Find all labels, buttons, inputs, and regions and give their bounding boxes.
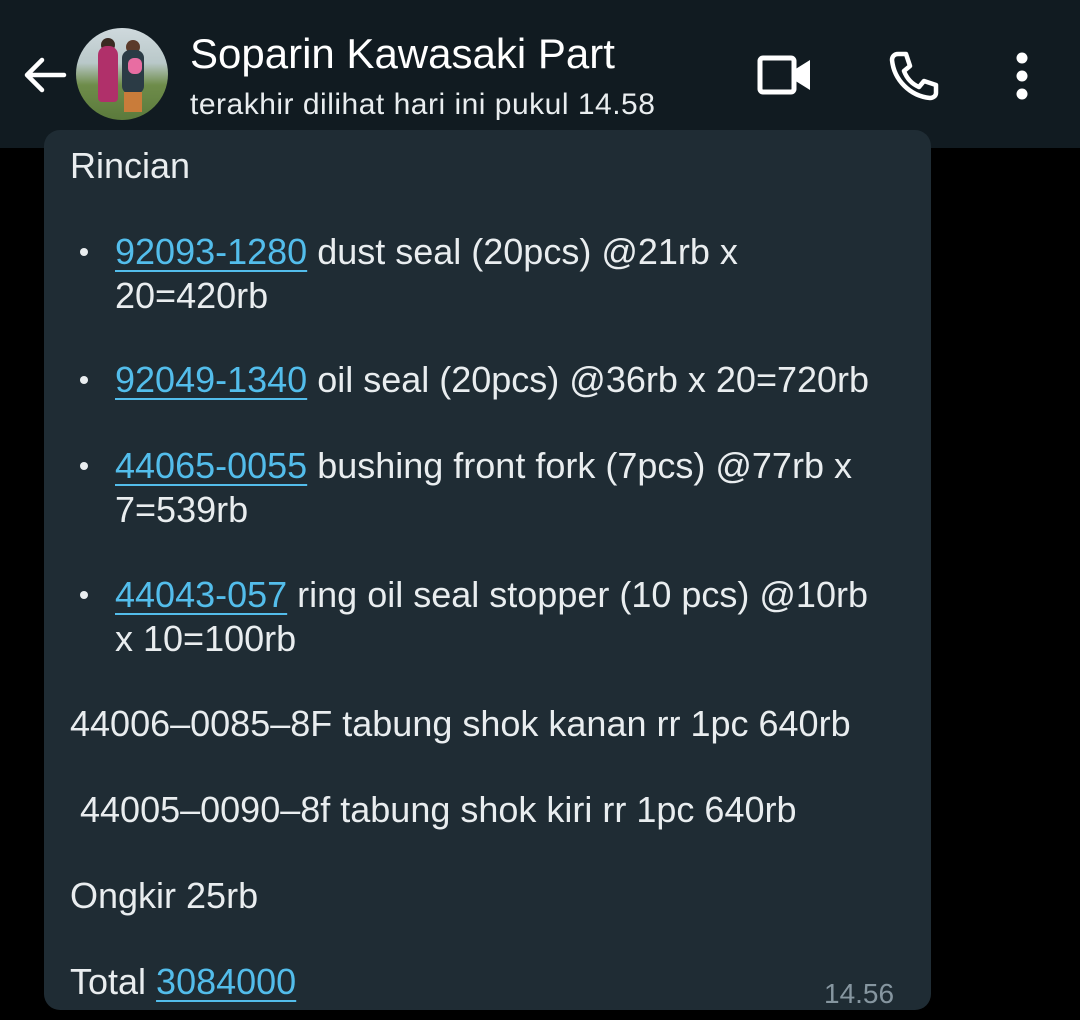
item-description: ring oil seal stopper (10 pcs) @10rb	[287, 574, 868, 615]
total-line: Total 3084000	[70, 960, 296, 1004]
part-number-link[interactable]: 92093-1280	[115, 231, 307, 272]
list-item: 44065-0055 bushing front fork (7pcs) @77…	[115, 444, 852, 488]
item-description: bushing front fork (7pcs) @77rb x	[307, 445, 852, 486]
total-label: Total	[70, 961, 157, 1002]
phone-icon[interactable]	[884, 46, 944, 106]
shipping-line: Ongkir 25rb	[70, 875, 259, 916]
video-call-icon[interactable]	[756, 46, 816, 106]
bullet-icon	[80, 376, 88, 384]
more-options-icon[interactable]	[994, 46, 1050, 106]
item-continuation: 7=539rb	[115, 489, 249, 530]
total-value-link[interactable]: 3084000	[156, 961, 296, 1002]
avatar[interactable]	[76, 28, 168, 120]
list-item: 92049-1340 oil seal (20pcs) @36rb x 20=7…	[115, 358, 869, 402]
message-heading: Rincian	[70, 145, 191, 186]
contact-name[interactable]: Soparin Kawasaki Part	[190, 30, 615, 78]
part-number-link[interactable]: 44043-057	[115, 574, 287, 615]
item-description: oil seal (20pcs) @36rb x 20=720rb	[307, 359, 870, 400]
message-bubble[interactable]: Rincian 92093-1280 dust seal (20pcs) @21…	[44, 130, 931, 1010]
message-timestamp: 14.56	[824, 978, 895, 1009]
list-item: 92093-1280 dust seal (20pcs) @21rb x	[115, 230, 738, 274]
list-item: 44043-057 ring oil seal stopper (10 pcs)…	[115, 573, 868, 617]
last-seen-status: terakhir dilihat hari ini pukul 14.58	[190, 88, 656, 121]
item-description: dust seal (20pcs) @21rb x	[307, 231, 738, 272]
part-number-link[interactable]: 92049-1340	[115, 359, 307, 400]
bullet-icon	[80, 462, 88, 470]
bullet-icon	[80, 248, 88, 256]
item-continuation: x 10=100rb	[115, 618, 297, 659]
part-number-link[interactable]: 44065-0055	[115, 445, 307, 486]
message-line: 44005–0090–8f tabung shok kiri rr 1pc 64…	[70, 789, 797, 830]
chat-header: Soparin Kawasaki Part terakhir dilihat h…	[0, 0, 1080, 148]
bullet-icon	[80, 591, 88, 599]
back-arrow-icon[interactable]	[20, 50, 70, 100]
message-line: 44006–0085–8F tabung shok kanan rr 1pc 6…	[70, 703, 851, 744]
item-continuation: 20=420rb	[115, 275, 269, 316]
